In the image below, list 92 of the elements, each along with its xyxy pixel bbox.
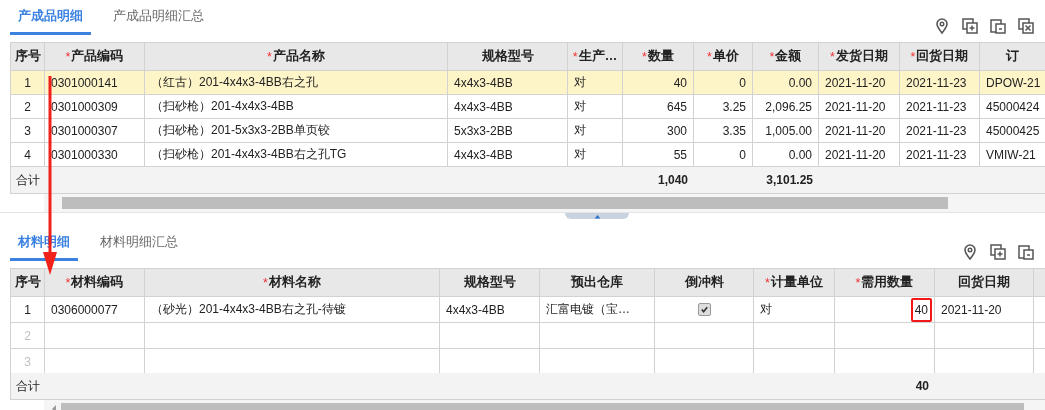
table-cell: 0301000141 [45, 71, 145, 95]
column-header: 回货日期 [916, 48, 969, 65]
total-label: 合计 [16, 171, 40, 189]
table-cell: 2021-11-23 [900, 119, 980, 143]
column-header: 序号 [14, 274, 41, 291]
tab[interactable]: 产成品明细 [10, 7, 91, 35]
required-mark: * [855, 275, 861, 290]
table-cell: 4x4x3-4BB [448, 71, 568, 95]
row-number: 3 [11, 119, 45, 143]
required-mark: * [263, 275, 268, 290]
x-square-icon[interactable] [1017, 17, 1035, 35]
table-cell: 3.25 [694, 95, 753, 119]
checkbox[interactable] [697, 303, 711, 316]
table-cell: （红古）201-4x4x3-4BB右之孔 [145, 71, 448, 95]
total-value: 3,101.25 [766, 173, 813, 187]
column-header: 需用数量 [861, 274, 914, 291]
table-cell: 300 [623, 119, 694, 143]
column-header: 回货日期 [958, 274, 1010, 291]
total-label: 合计 [16, 377, 40, 395]
column-header: 预出仓库 [571, 274, 623, 291]
column-header: 金额 [775, 48, 802, 65]
column-header: 材料名称 [268, 274, 321, 291]
table-cell: 汇富电镀（宝… [540, 297, 655, 323]
horizontal-scrollbar[interactable] [62, 197, 948, 209]
table-cell: 40 [623, 71, 694, 95]
column-header: 规格型号 [463, 274, 516, 291]
table-cell: 2021-11-20 [819, 71, 900, 95]
required-mark: * [65, 49, 71, 64]
column-header: 发货日期 [835, 48, 888, 65]
required-mark: * [707, 49, 712, 64]
table-cell: 0301000307 [45, 119, 145, 143]
table-cell: 45000425 [980, 119, 1045, 143]
table-cell: 3.35 [694, 119, 753, 143]
table-cell: 4x4x3-4BB [448, 95, 568, 119]
column-header: 产品编码 [71, 48, 124, 65]
column-header: 数量 [647, 48, 674, 65]
column-header: 序号 [14, 48, 41, 65]
required-mark: * [65, 275, 71, 290]
required-mark: * [642, 49, 647, 64]
table-cell: （扫砂枪）201-4x4x3-4BB [145, 95, 448, 119]
total-value: 1,040 [657, 173, 688, 187]
table-cell: 2021-11-20 [819, 119, 900, 143]
table-cell: 对 [568, 95, 623, 119]
plus-square-icon[interactable] [989, 243, 1007, 261]
column-header: 订 [1006, 48, 1019, 65]
column-header: 倒冲料 [684, 274, 724, 291]
tab[interactable]: 产成品明细汇总 [105, 7, 212, 35]
location-pin-icon[interactable] [933, 17, 951, 35]
clipboard-icon[interactable] [989, 17, 1007, 35]
table-cell: （砂光）201-4x4x3-4BB右之孔-待镀 [145, 297, 440, 323]
table-cell: 5x3x3-2BB [448, 119, 568, 143]
column-header: 规格型号 [481, 48, 534, 65]
clipboard-icon[interactable] [1017, 243, 1035, 261]
table-cell: 2,096.25 [753, 95, 819, 119]
required-mark: * [267, 49, 272, 64]
table-cell: 1,005.00 [753, 119, 819, 143]
table-cell: DPOW-21 [980, 71, 1045, 95]
row-number: 2 [11, 323, 45, 349]
required-mark: * [769, 49, 775, 64]
collapse-handle[interactable] [565, 213, 629, 219]
table-cell: 2021-11-23 [900, 71, 980, 95]
highlighted-value: 40 [910, 297, 932, 322]
column-header: 产品名称 [272, 48, 325, 65]
table-cell: 4x4x3-4BB [440, 297, 540, 323]
plus-square-icon[interactable] [961, 17, 979, 35]
table-cell: 0 [694, 71, 753, 95]
checkmark-icon [699, 305, 709, 314]
table-cell: 对 [568, 119, 623, 143]
required-mark: * [830, 49, 835, 64]
table-cell: 0.00 [753, 71, 819, 95]
row-number: 1 [11, 297, 45, 323]
column-header: 计量单位 [770, 274, 823, 291]
table-cell: 对 [754, 297, 835, 323]
required-mark: * [765, 275, 770, 290]
row-number: 2 [11, 95, 45, 119]
row-number: 1 [11, 71, 45, 95]
table-cell: 2021-11-20 [819, 95, 900, 119]
table-cell: 0306000077 [45, 297, 145, 323]
column-header: 材料编码 [71, 274, 124, 291]
column-header: 生产… [578, 48, 618, 65]
table-cell: 645 [623, 95, 694, 119]
location-pin-icon[interactable] [961, 243, 979, 261]
total-value: 40 [915, 379, 929, 393]
table-cell: 45000424 [980, 95, 1045, 119]
required-mark: * [572, 49, 578, 64]
table-cell: 2021-11-20 [935, 297, 1034, 323]
table-cell: 0301000309 [45, 95, 145, 119]
required-mark: * [910, 49, 916, 64]
table-cell: 2021-11-23 [900, 95, 980, 119]
tab[interactable]: 材料明细汇总 [92, 233, 186, 261]
column-header: 单价 [712, 48, 739, 65]
table-cell: （扫砂枪）201-5x3x3-2BB单页铰 [145, 119, 448, 143]
